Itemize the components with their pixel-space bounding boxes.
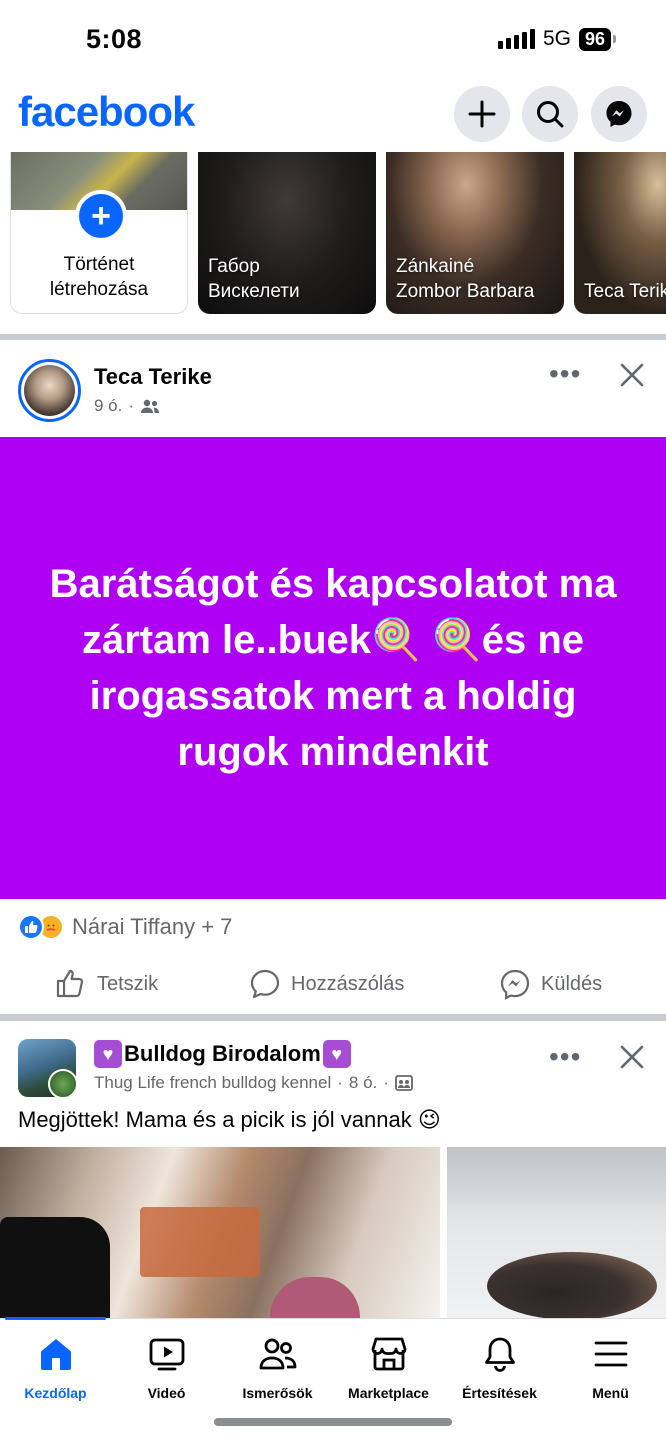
- purple-heart-icon: ♥: [322, 1040, 351, 1068]
- post-photo[interactable]: [0, 1147, 440, 1320]
- colored-text-post: Barátságot és kapcsolatot ma zártam le..…: [0, 437, 666, 899]
- comment-label: Hozzászólás: [291, 972, 405, 995]
- post-author-avatar[interactable]: [18, 359, 81, 422]
- friends-icon: [141, 399, 160, 413]
- friends-icon: [259, 1338, 296, 1370]
- stories-tray[interactable]: + Történet létrehozása Габор Вискелети Z…: [0, 152, 666, 317]
- hamburger-icon: [594, 1341, 627, 1367]
- tab-friends[interactable]: Ismerősök: [222, 1335, 333, 1401]
- story-card[interactable]: Teca Terike: [574, 152, 666, 314]
- network-type: 5G: [542, 27, 571, 50]
- messenger-button[interactable]: [591, 86, 647, 142]
- bell-icon: [484, 1337, 515, 1372]
- battery-icon: 96: [578, 27, 616, 51]
- thumbs-up-icon: [56, 969, 84, 998]
- add-story-icon[interactable]: +: [75, 190, 127, 242]
- like-button[interactable]: Tetszik: [55, 968, 158, 1000]
- create-button[interactable]: [454, 86, 510, 142]
- post-text: Megjöttek! Mama és a picik is jól vannak…: [18, 1107, 441, 1132]
- post-actions: Tetszik Hozzászólás Küldés: [0, 960, 666, 1010]
- status-indicators: 5G 96: [497, 27, 616, 51]
- post-text: Barátságot és kapcsolatot ma zártam le..…: [49, 562, 617, 774]
- search-icon: [537, 101, 564, 128]
- section-divider: [0, 1014, 666, 1021]
- tab-marketplace[interactable]: Marketplace: [333, 1335, 444, 1401]
- story-card[interactable]: Габор Вискелети: [198, 152, 376, 314]
- status-bar: 5:08 5G 96: [0, 0, 666, 78]
- messenger-icon: [500, 969, 530, 1000]
- tab-label: Menü: [592, 1385, 629, 1401]
- tab-label: Értesítések: [462, 1385, 537, 1401]
- tab-label: Kezdőlap: [24, 1385, 87, 1401]
- story-author: Габор Вискелети: [208, 256, 300, 302]
- tab-menu[interactable]: Menü: [555, 1335, 666, 1401]
- app-header: facebook: [0, 78, 666, 152]
- reactions-text[interactable]: Nárai Tiffany + 7: [72, 914, 232, 940]
- marketplace-icon: [371, 1337, 406, 1371]
- close-icon[interactable]: [618, 1043, 646, 1071]
- more-options-icon[interactable]: •••: [549, 360, 581, 388]
- like-label: Tetszik: [97, 972, 159, 995]
- messenger-icon: [606, 101, 632, 127]
- plus-icon: [468, 100, 496, 128]
- send-button[interactable]: Küldés: [499, 968, 602, 1000]
- post-author-avatar[interactable]: [48, 1069, 76, 1097]
- post-time[interactable]: 9 ó.: [94, 396, 122, 416]
- story-card[interactable]: Zánkainé Zombor Barbara: [386, 152, 564, 314]
- close-icon[interactable]: [618, 361, 646, 389]
- purple-heart-icon: ♥: [94, 1040, 122, 1068]
- post-photo[interactable]: [447, 1147, 666, 1320]
- battery-level: 96: [578, 27, 611, 51]
- home-indicator[interactable]: [214, 1418, 452, 1426]
- active-tab-indicator: [5, 1317, 106, 1320]
- post-meta: 9 ó. ·: [94, 396, 160, 416]
- status-time: 5:08: [86, 24, 143, 54]
- signal-icon: [497, 29, 535, 49]
- reactions-summary[interactable]: Nárai Tiffany + 7: [18, 914, 232, 940]
- post-author-name[interactable]: ♥ Bulldog Birodalom ♥: [94, 1040, 351, 1068]
- story-author: Teca Terike: [584, 281, 666, 302]
- video-icon: [149, 1338, 184, 1371]
- post-meta: Thug Life french bulldog kennel · 8 ó. ·: [94, 1073, 413, 1093]
- tab-label: Marketplace: [348, 1385, 429, 1401]
- story-author: Zánkainé Zombor Barbara: [396, 256, 535, 302]
- group-avatar[interactable]: [18, 1039, 76, 1097]
- facebook-logo[interactable]: facebook: [18, 88, 195, 136]
- home-icon: [40, 1339, 71, 1370]
- group-name[interactable]: Thug Life french bulldog kennel: [94, 1073, 331, 1093]
- comment-icon: [250, 969, 280, 999]
- search-button[interactable]: [522, 86, 578, 142]
- post-author-name[interactable]: Teca Terike: [94, 364, 212, 390]
- post-time[interactable]: 8 ó.: [349, 1073, 377, 1093]
- section-divider: [0, 334, 666, 340]
- create-story-card[interactable]: + Történet létrehozása: [10, 152, 188, 314]
- like-reaction-icon: [18, 914, 44, 940]
- create-story-label: Történet létrehozása: [49, 254, 149, 300]
- more-options-icon[interactable]: •••: [549, 1043, 581, 1071]
- tab-home[interactable]: Kezdőlap: [0, 1335, 111, 1401]
- group-icon: [395, 1075, 413, 1091]
- tab-notifications[interactable]: Értesítések: [444, 1335, 555, 1401]
- tab-label: Ismerősök: [242, 1385, 313, 1401]
- tab-label: Videó: [147, 1385, 186, 1401]
- send-label: Küldés: [541, 972, 603, 995]
- comment-button[interactable]: Hozzászólás: [249, 968, 404, 1000]
- tab-video[interactable]: Videó: [111, 1335, 222, 1401]
